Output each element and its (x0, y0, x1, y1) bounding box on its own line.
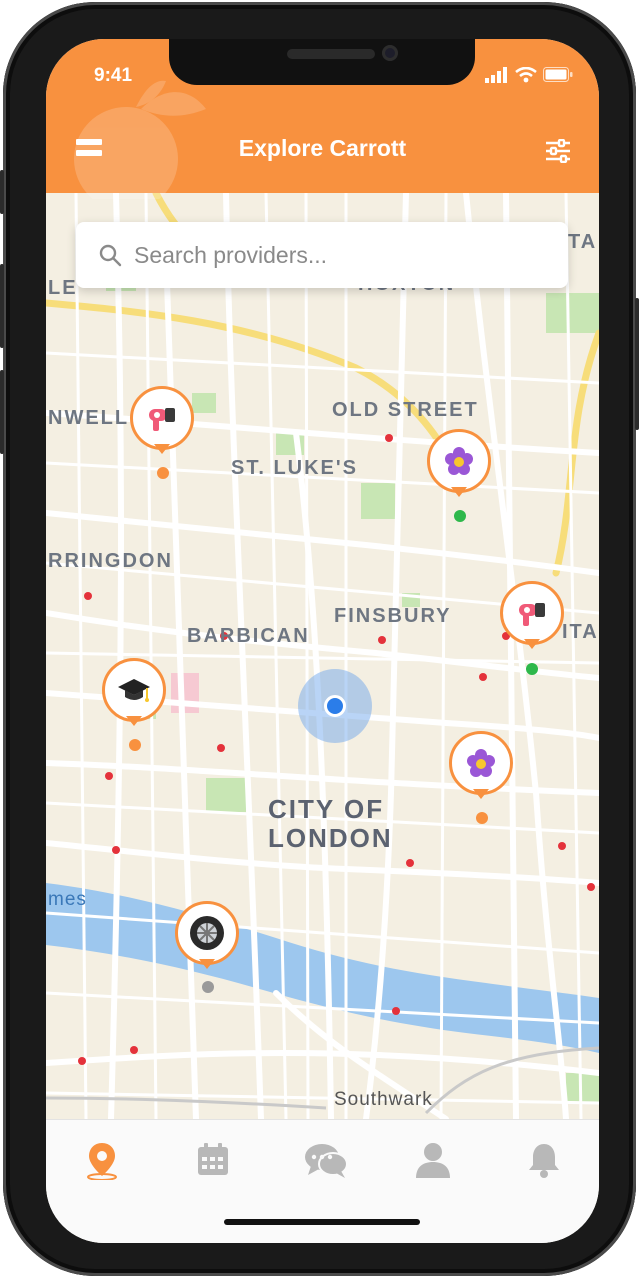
user-icon (416, 1143, 450, 1178)
tab-notifications[interactable] (524, 1140, 564, 1180)
filter-icon (546, 139, 570, 163)
status-icons (485, 67, 573, 83)
map-label-london: LONDON (268, 823, 393, 853)
flower-icon (449, 731, 513, 795)
pin-status-dot (129, 739, 141, 751)
map-view[interactable]: HOXTON OLD STREET ST. LUKE'S NWELL RRING… (46, 193, 599, 1119)
map-label-clerkenwell: NWELL (48, 407, 130, 429)
hair-dryer-icon (500, 581, 564, 645)
notch (169, 39, 475, 85)
map-label-southwark: Southwark (334, 1089, 433, 1110)
volume-down-button (0, 370, 4, 454)
tab-messages[interactable] (303, 1140, 349, 1180)
pin-status-dot (454, 510, 466, 522)
front-camera (382, 45, 398, 61)
map-label-city-of: CITY OF (268, 794, 385, 824)
provider-pin-hair-dryer-2[interactable] (500, 581, 564, 653)
power-button (635, 298, 639, 430)
flower-icon (427, 429, 491, 493)
pin-status-dot (526, 663, 538, 675)
pin-status-dot (202, 981, 214, 993)
pin-tail (154, 444, 170, 454)
mute-switch (0, 170, 4, 214)
calendar-icon (198, 1143, 228, 1175)
graduation-cap-icon (102, 658, 166, 722)
provider-pin-tire[interactable] (175, 901, 239, 973)
speaker (287, 49, 375, 59)
provider-pin-flower-1[interactable] (427, 429, 491, 501)
wifi-icon (515, 67, 537, 83)
phone-frame: 9:41 Explore Carrott OLD STREET ST. LUKE… (0, 2, 639, 1276)
map-label-thames: mes (48, 889, 87, 910)
pin-tail (199, 959, 215, 969)
battery-icon (543, 67, 573, 82)
map-label-top-right: TA (568, 231, 598, 253)
user-location-marker (298, 669, 372, 743)
bell-icon (529, 1144, 559, 1178)
page-title: Explore Carrott (238, 135, 407, 161)
screen: 9:41 Explore Carrott OLD STREET ST. LUKE… (46, 39, 599, 1243)
chat-icon (305, 1144, 348, 1178)
map-label-farringdon: RRINGDON (48, 550, 173, 572)
search-input[interactable] (132, 240, 536, 270)
tab-calendar[interactable] (193, 1140, 233, 1180)
search-icon (99, 244, 122, 267)
tire-icon (175, 901, 239, 965)
filter-button[interactable] (545, 139, 571, 163)
map-label-old-street: OLD STREET (332, 399, 479, 421)
map-label-spitalfields: ITA (562, 621, 599, 643)
pin-tail (473, 789, 489, 799)
pin-status-dot (476, 812, 488, 824)
provider-pin-flower-2[interactable] (449, 731, 513, 803)
location-pin-icon (87, 1143, 117, 1180)
status-time: 9:41 (94, 65, 133, 86)
signal-icon (485, 67, 507, 83)
pin-tail (451, 487, 467, 497)
map-label-finsbury: FINSBURY (334, 605, 452, 627)
user-location-dot (324, 695, 346, 717)
map-label-st-lukes: ST. LUKE'S (231, 457, 358, 479)
map-tiles (46, 193, 599, 1119)
pin-status-dot (157, 467, 169, 479)
home-indicator (224, 1219, 420, 1225)
map-label-left-edge: LE (48, 277, 78, 299)
map-label-barbican: BARBICAN (187, 625, 310, 647)
pin-tail (126, 716, 142, 726)
tab-profile[interactable] (413, 1140, 453, 1180)
provider-pin-hair-dryer-1[interactable] (130, 386, 194, 458)
volume-up-button (0, 264, 4, 348)
provider-pin-graduation-cap[interactable] (102, 658, 166, 730)
tab-explore[interactable] (82, 1140, 122, 1180)
pin-tail (524, 639, 540, 649)
search-bar (76, 222, 568, 288)
hair-dryer-icon (130, 386, 194, 450)
